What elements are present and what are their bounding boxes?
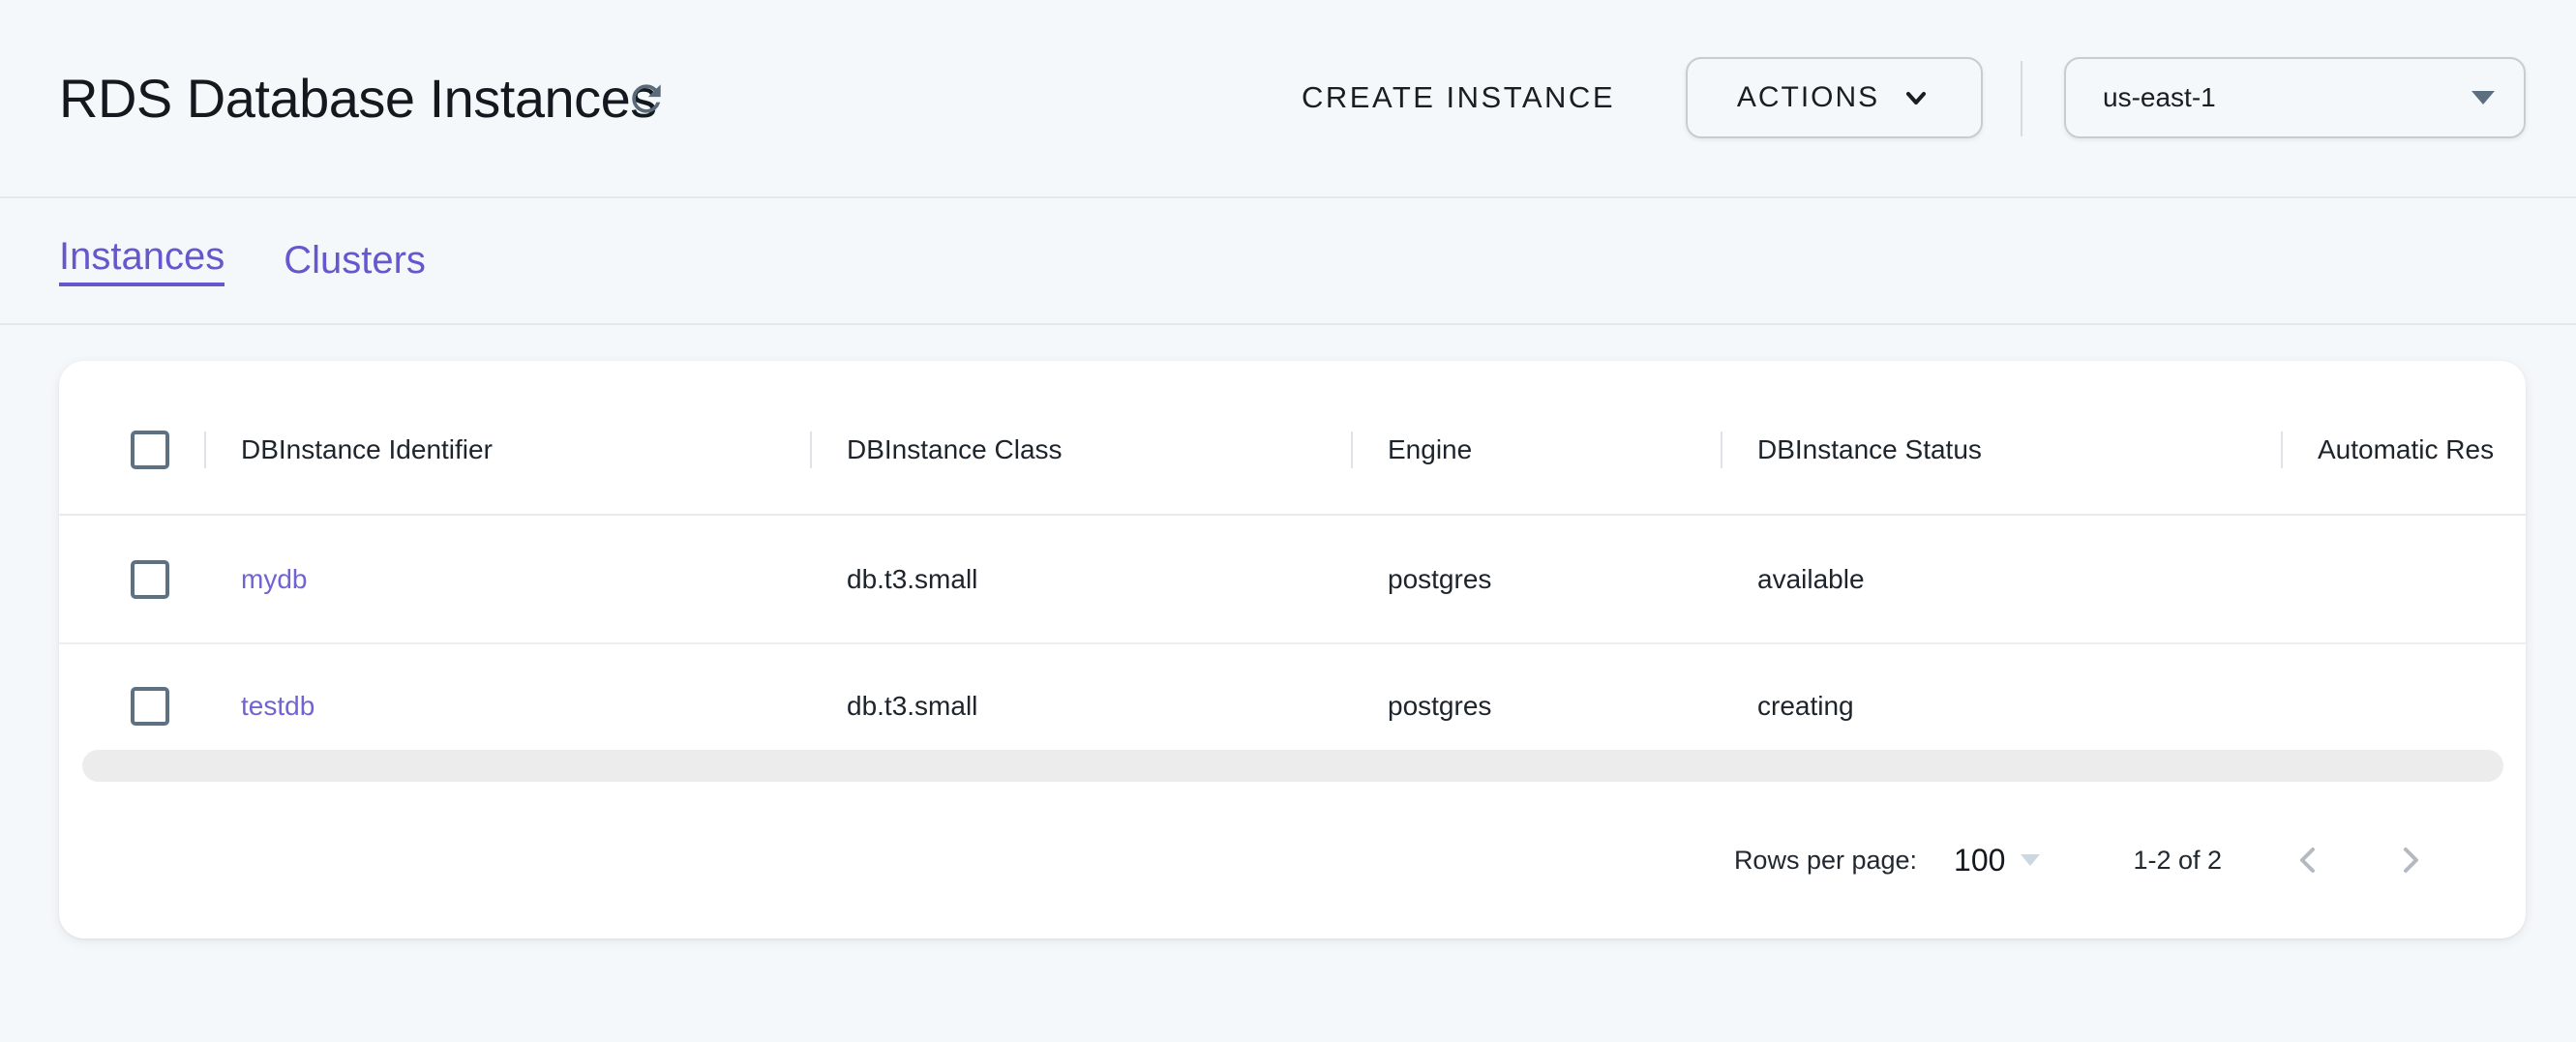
instance-link[interactable]: testdb bbox=[241, 691, 315, 721]
rows-per-page-label: Rows per page: bbox=[1734, 846, 1917, 876]
rows-per-page-select[interactable]: 100 bbox=[1954, 843, 2040, 878]
row-select-cell bbox=[59, 687, 204, 726]
rds-console-page: RDS Database Instances CREATE INSTANCE A… bbox=[0, 0, 2576, 1042]
table-row[interactable]: mydb db.t3.small postgres available bbox=[59, 516, 2526, 644]
cell-class: db.t3.small bbox=[810, 691, 1351, 722]
region-select[interactable]: us-east-1 bbox=[2064, 57, 2526, 138]
cell-identifier: testdb bbox=[204, 691, 810, 722]
rows-per-page-value: 100 bbox=[1954, 843, 2005, 878]
topbar: RDS Database Instances CREATE INSTANCE A… bbox=[0, 0, 2576, 198]
table-header-row: DBInstance Identifier DBInstance Class E… bbox=[59, 361, 2526, 516]
column-separator bbox=[2281, 432, 2283, 468]
column-separator bbox=[810, 432, 812, 468]
cell-engine: postgres bbox=[1351, 564, 1721, 595]
region-select-value: us-east-1 bbox=[2103, 82, 2216, 113]
actions-button-label: ACTIONS bbox=[1737, 81, 1879, 114]
instance-link[interactable]: mydb bbox=[241, 564, 307, 594]
refresh-icon bbox=[625, 77, 668, 120]
pagination: Rows per page: 100 1-2 of 2 bbox=[59, 782, 2526, 938]
tabbar: Instances Clusters bbox=[0, 198, 2576, 325]
previous-page-button[interactable] bbox=[2286, 837, 2332, 883]
create-instance-button[interactable]: CREATE INSTANCE bbox=[1302, 57, 1615, 138]
tab-clusters[interactable]: Clusters bbox=[284, 239, 426, 283]
instances-table-card: DBInstance Identifier DBInstance Class E… bbox=[59, 361, 2526, 938]
select-all-checkbox[interactable] bbox=[131, 431, 169, 469]
cell-status: creating bbox=[1721, 691, 2281, 722]
select-arrow-icon bbox=[2021, 854, 2040, 866]
column-header-engine[interactable]: Engine bbox=[1351, 434, 1721, 465]
chevron-right-icon bbox=[2390, 841, 2429, 879]
pagination-range: 1-2 of 2 bbox=[2133, 846, 2222, 876]
cell-status: available bbox=[1721, 564, 2281, 595]
column-separator bbox=[1721, 432, 1722, 468]
tab-instances[interactable]: Instances bbox=[59, 235, 225, 286]
column-header-dbinstance-class[interactable]: DBInstance Class bbox=[810, 434, 1351, 465]
cell-identifier: mydb bbox=[204, 564, 810, 595]
dropdown-arrow-icon bbox=[2471, 91, 2495, 104]
chevron-left-icon bbox=[2290, 841, 2328, 879]
column-separator bbox=[204, 432, 206, 468]
row-checkbox[interactable] bbox=[131, 687, 169, 726]
column-header-dbinstance-identifier[interactable]: DBInstance Identifier bbox=[204, 434, 810, 465]
next-page-button[interactable] bbox=[2386, 837, 2433, 883]
header-divider bbox=[2021, 61, 2022, 136]
row-checkbox[interactable] bbox=[131, 560, 169, 599]
page-title: RDS Database Instances bbox=[59, 70, 657, 128]
select-all-cell bbox=[59, 431, 204, 469]
cell-engine: postgres bbox=[1351, 691, 1721, 722]
cell-class: db.t3.small bbox=[810, 564, 1351, 595]
table-row[interactable]: testdb db.t3.small postgres creating bbox=[59, 644, 2526, 752]
row-select-cell bbox=[59, 560, 204, 599]
refresh-button[interactable] bbox=[623, 75, 670, 122]
actions-button[interactable]: ACTIONS bbox=[1686, 57, 1983, 138]
chevron-down-icon bbox=[1901, 82, 1932, 113]
column-header-automatic-restart[interactable]: Automatic Res bbox=[2281, 434, 2526, 465]
horizontal-scrollbar[interactable] bbox=[82, 750, 2503, 782]
column-separator bbox=[1351, 432, 1353, 468]
column-header-dbinstance-status[interactable]: DBInstance Status bbox=[1721, 434, 2281, 465]
